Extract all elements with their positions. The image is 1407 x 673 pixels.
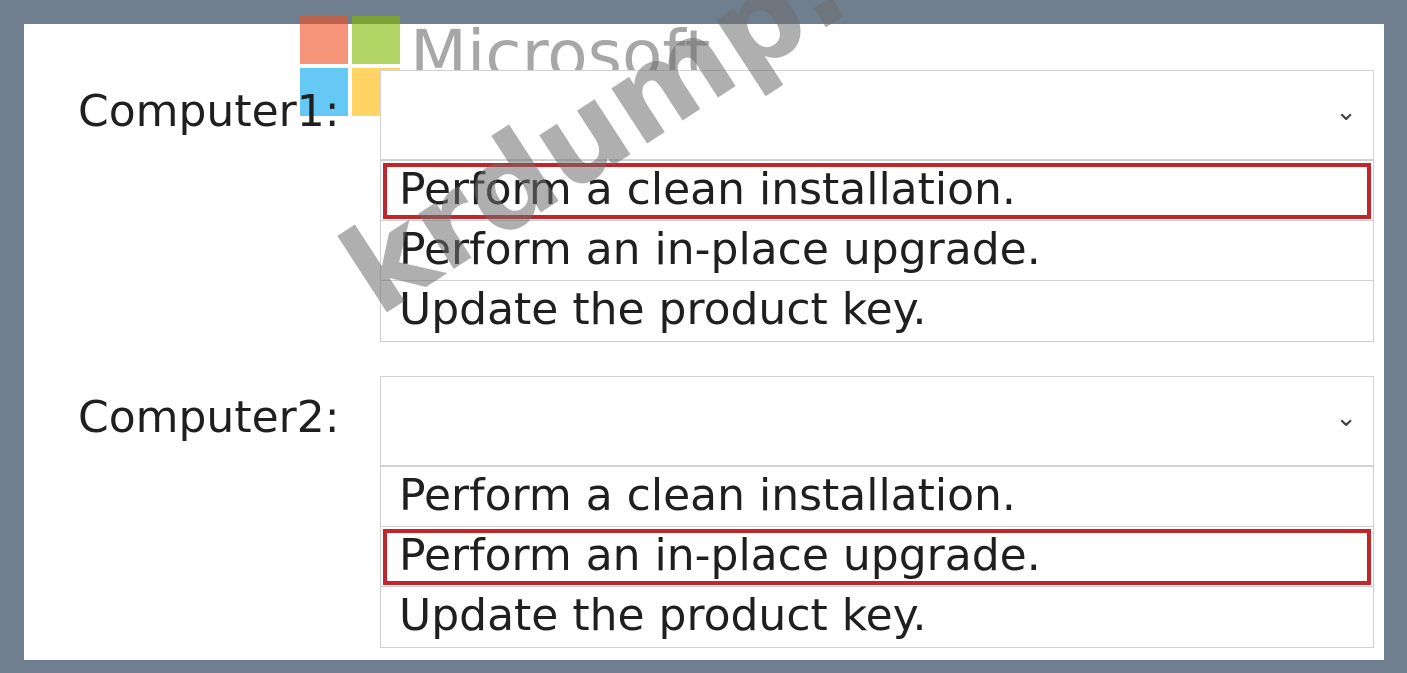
computer1-option-clean-install[interactable]: Perform a clean installation. (381, 161, 1373, 221)
computer1-label: Computer1: (78, 86, 340, 137)
computer2-dropdown[interactable]: ⌄ (380, 376, 1374, 466)
computer1-dropdown[interactable]: ⌄ (380, 70, 1374, 160)
answer-panel: Microsoft Computer1: ⌄ Perform a clean i… (24, 0, 1384, 660)
computer2-label: Computer2: (78, 392, 340, 443)
computer2-option-update-product-key[interactable]: Update the product key. (381, 587, 1373, 647)
chevron-down-icon: ⌄ (1335, 97, 1357, 127)
computer2-option-in-place-upgrade[interactable]: Perform an in-place upgrade. (381, 527, 1373, 587)
computer2-option-clean-install[interactable]: Perform a clean installation. (381, 467, 1373, 527)
chevron-down-icon: ⌄ (1335, 403, 1357, 433)
computer1-options: Perform a clean installation. Perform an… (380, 160, 1374, 342)
computer2-options: Perform a clean installation. Perform an… (380, 466, 1374, 648)
computer1-option-update-product-key[interactable]: Update the product key. (381, 281, 1373, 341)
computer1-option-in-place-upgrade[interactable]: Perform an in-place upgrade. (381, 221, 1373, 281)
